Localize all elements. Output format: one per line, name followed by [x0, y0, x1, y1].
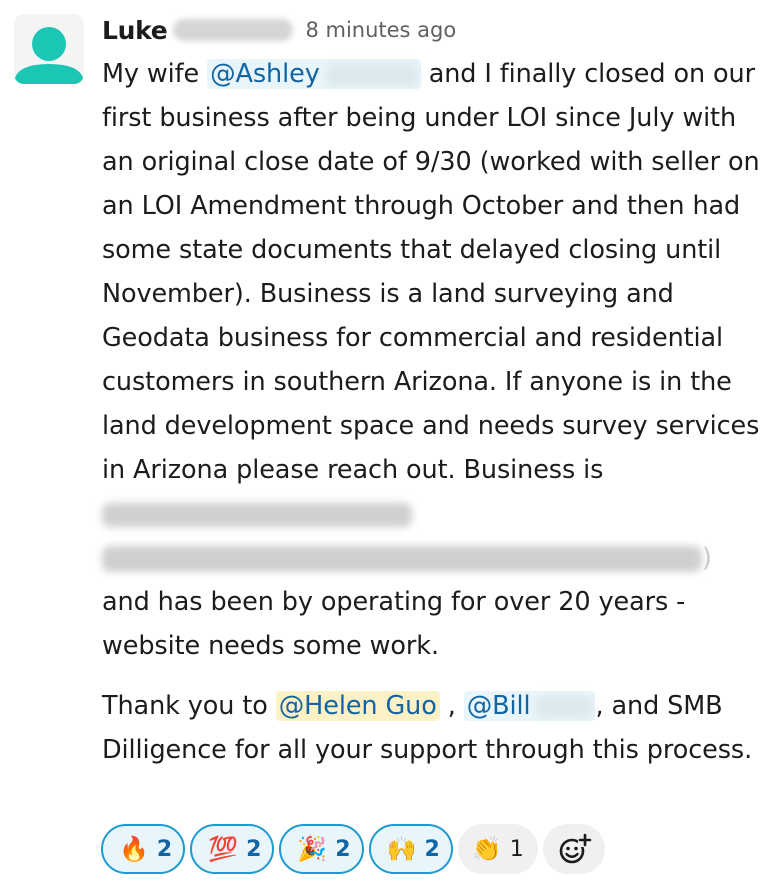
redacted-surname — [173, 19, 294, 41]
reaction-count: 2 — [246, 836, 262, 862]
paragraph-2: Thank you to @Helen Guo , @Bill, and SMB… — [102, 684, 762, 772]
message-body: My wife @Ashley and I finally closed on … — [102, 52, 762, 772]
reaction-party-popper[interactable]: 🎉 2 — [279, 824, 364, 874]
redacted-surname — [536, 696, 593, 718]
reaction-bar: 🔥 2 💯 2 🎉 2 🙌 2 👏 1 — [101, 824, 605, 874]
reaction-count: 2 — [424, 836, 440, 862]
reaction-count: 2 — [335, 836, 351, 862]
mention-ashley[interactable]: @Ashley — [207, 59, 421, 89]
mention-helen-guo[interactable]: @Helen Guo — [275, 691, 440, 721]
body-text: and I finally closed on our first busine… — [102, 59, 760, 485]
body-text: My wife — [102, 59, 208, 89]
add-emoji-icon — [559, 833, 592, 864]
body-text: ) — [702, 543, 712, 573]
message: Luke 8 minutes ago My wife @Ashley and I… — [102, 8, 762, 772]
hundred-points-icon: 💯 — [208, 835, 239, 863]
paragraph-1: My wife @Ashley and I finally closed on … — [102, 52, 762, 668]
body-text: Thank you to — [102, 691, 276, 721]
reaction-raising-hands[interactable]: 🙌 2 — [368, 824, 453, 874]
redacted-business-name — [102, 503, 412, 527]
timestamp[interactable]: 8 minutes ago — [305, 18, 456, 42]
reaction-hundred-points[interactable]: 💯 2 — [190, 824, 275, 874]
avatar[interactable] — [14, 14, 84, 84]
raising-hands-icon: 🙌 — [386, 835, 417, 863]
reaction-fire[interactable]: 🔥 2 — [101, 824, 186, 874]
message-header: Luke 8 minutes ago — [102, 8, 762, 52]
reaction-count: 1 — [509, 836, 524, 862]
fire-icon: 🔥 — [119, 835, 149, 863]
mention-label: @Ashley — [210, 59, 320, 89]
party-popper-icon: 🎉 — [297, 835, 328, 863]
body-text: , — [439, 691, 464, 721]
clapping-hands-icon: 👏 — [471, 835, 502, 863]
reaction-count: 2 — [156, 836, 173, 862]
user-avatar-icon — [14, 27, 84, 84]
mention-bill[interactable]: @Bill — [463, 691, 596, 721]
redacted-business-link[interactable] — [102, 546, 702, 572]
mention-label: @Bill — [466, 691, 531, 721]
redacted-business-link-line: ) — [102, 536, 712, 580]
author-name[interactable]: Luke — [102, 16, 168, 45]
add-reaction-button[interactable] — [542, 824, 605, 874]
redacted-surname — [325, 64, 418, 86]
reaction-clapping-hands[interactable]: 👏 1 — [457, 824, 538, 874]
body-text: and has been by operating for over 20 ye… — [102, 587, 686, 661]
